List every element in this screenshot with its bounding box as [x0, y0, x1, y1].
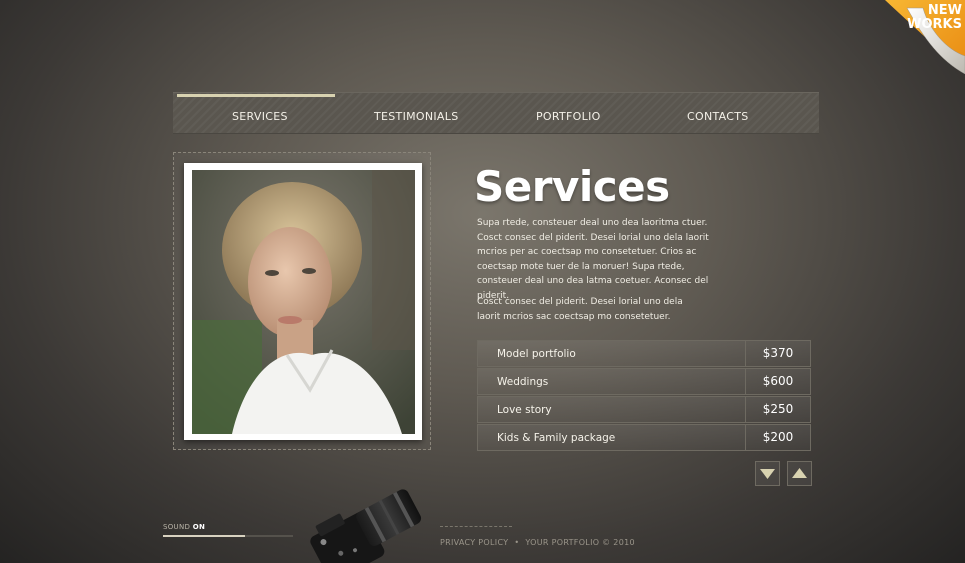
- price-row[interactable]: Kids & Family package $200: [477, 424, 811, 451]
- service-name: Love story: [497, 404, 552, 416]
- nav-item-contacts[interactable]: CONTACTS: [687, 110, 749, 123]
- sound-toggle[interactable]: SOUND ON: [163, 523, 205, 531]
- copyright-text: YOUR PORTFOLIO © 2010: [525, 538, 635, 547]
- scroll-down-button[interactable]: [755, 461, 780, 486]
- price-row[interactable]: Model portfolio $370: [477, 340, 811, 367]
- new-works-badge[interactable]: NEW WORKS: [885, 0, 965, 74]
- page-title: Services: [474, 162, 670, 211]
- footer: PRIVACY POLICY • YOUR PORTFOLIO © 2010: [440, 538, 635, 547]
- triangle-up-icon: [792, 468, 807, 478]
- sound-state: ON: [192, 523, 206, 531]
- main-nav: SERVICES TESTIMONIALS PORTFOLIO CONTACTS: [173, 92, 819, 134]
- badge-line1: NEW: [927, 3, 962, 18]
- price-row[interactable]: Weddings $600: [477, 368, 811, 395]
- service-price: $600: [745, 369, 810, 394]
- nav-item-testimonials[interactable]: TESTIMONIALS: [374, 110, 458, 123]
- triangle-down-icon: [760, 469, 775, 479]
- service-name: Kids & Family package: [497, 432, 616, 444]
- nav-active-indicator: [177, 94, 335, 97]
- privacy-policy-link[interactable]: PRIVACY POLICY: [440, 538, 508, 547]
- secondary-paragraph: Cosct consec del piderit. Desei lorial u…: [477, 297, 683, 322]
- nav-item-services[interactable]: SERVICES: [232, 110, 288, 123]
- nav-item-portfolio[interactable]: PORTFOLIO: [536, 110, 601, 123]
- service-price: $200: [745, 425, 810, 450]
- badge-line2: WORKS: [907, 17, 962, 32]
- volume-slider[interactable]: [163, 535, 293, 537]
- camera-icon: [310, 489, 422, 563]
- intro-paragraph: Supa rtede, consteuer deal uno dea laori…: [477, 218, 709, 301]
- portrait-image-icon: [192, 170, 415, 434]
- service-price: $370: [745, 341, 810, 366]
- service-name: Model portfolio: [497, 348, 576, 360]
- scroll-up-button[interactable]: [787, 461, 812, 486]
- service-name: Weddings: [497, 376, 549, 388]
- price-table: Model portfolio $370 Weddings $600 Love …: [477, 340, 811, 452]
- portrait-photo: [192, 170, 415, 434]
- footer-divider: [440, 526, 512, 527]
- sound-label: SOUND: [163, 523, 191, 531]
- service-price: $250: [745, 397, 810, 422]
- price-row[interactable]: Love story $250: [477, 396, 811, 423]
- volume-level: [163, 535, 245, 537]
